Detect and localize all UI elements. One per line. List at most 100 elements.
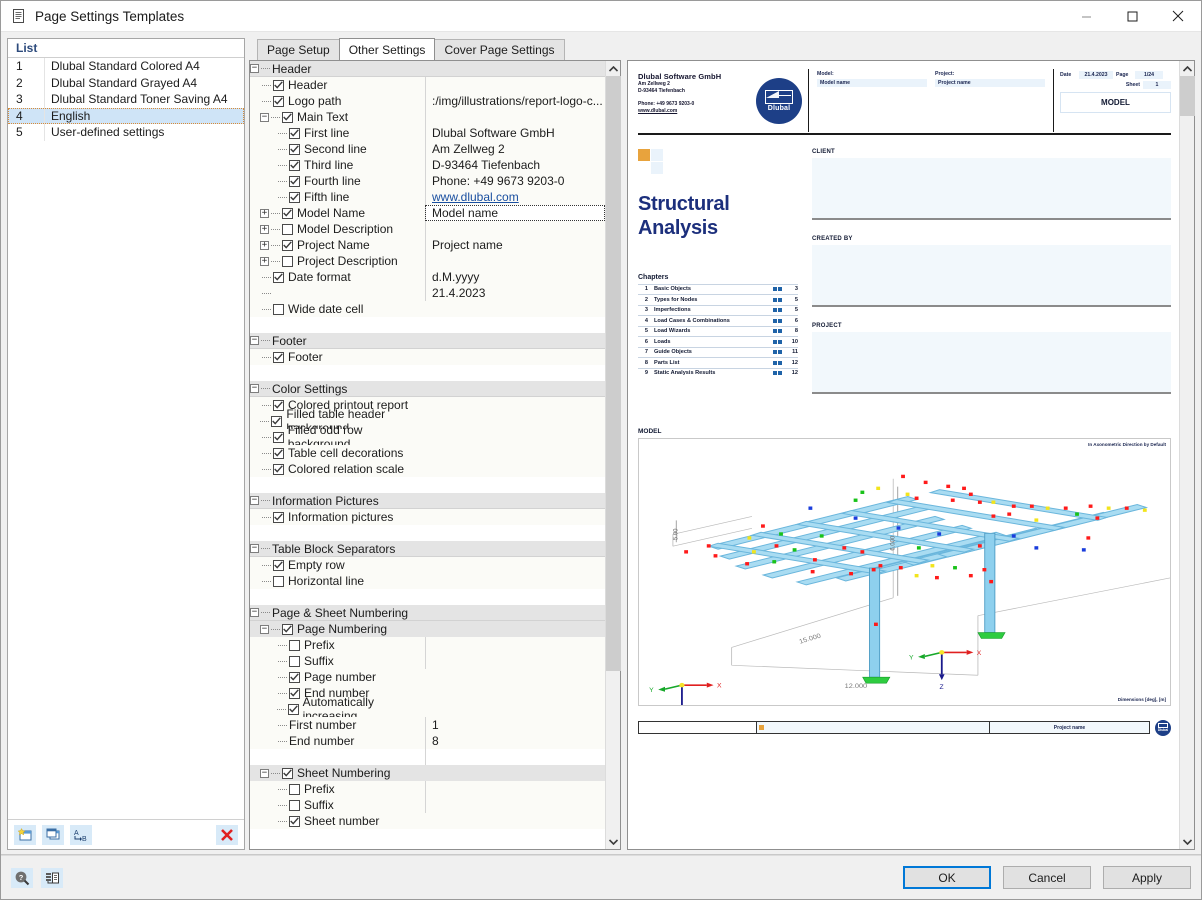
- checkbox-unchecked-icon[interactable]: [289, 800, 300, 811]
- tree-row-value[interactable]: 1: [425, 717, 605, 733]
- checkbox-checked-icon[interactable]: [289, 128, 300, 139]
- tree-row-value[interactable]: [425, 461, 605, 477]
- tree-row[interactable]: −Sheet Numbering: [250, 765, 605, 781]
- tree-row-value[interactable]: [425, 445, 605, 461]
- tree-group-header[interactable]: −Color Settings: [250, 381, 605, 397]
- checkbox-checked-icon[interactable]: [273, 272, 284, 283]
- expand-icon[interactable]: +: [260, 257, 269, 266]
- preview-viewport[interactable]: Dlubal Software GmbH Am Zellweg 2 D-9346…: [628, 61, 1179, 849]
- apply-button[interactable]: Apply: [1103, 866, 1191, 889]
- cancel-button[interactable]: Cancel: [1003, 866, 1091, 889]
- tree-row[interactable]: Empty row: [250, 557, 605, 573]
- tree-row[interactable]: Second lineAm Zellweg 2: [250, 141, 605, 157]
- tree-row-value[interactable]: [425, 765, 605, 781]
- tree-row[interactable]: Third lineD-93464 Tiefenbach: [250, 157, 605, 173]
- tree-row-value[interactable]: [425, 349, 605, 365]
- tree-row[interactable]: Page number: [250, 669, 605, 685]
- scroll-up-icon[interactable]: [606, 61, 620, 76]
- tree-row-value[interactable]: [425, 77, 605, 93]
- tree-row[interactable]: Suffix: [250, 653, 605, 669]
- export-icon[interactable]: [41, 868, 63, 888]
- collapse-icon[interactable]: −: [250, 496, 259, 505]
- tree-row-value[interactable]: [425, 749, 605, 765]
- tree-row-value[interactable]: [425, 781, 605, 797]
- tree-row[interactable]: Filled odd row background: [250, 429, 605, 445]
- tree-row-value[interactable]: [425, 797, 605, 813]
- tree-row-value[interactable]: [425, 413, 605, 429]
- tree-row-value[interactable]: [425, 621, 605, 637]
- checkbox-checked-icon[interactable]: [282, 768, 293, 779]
- expand-icon[interactable]: +: [260, 209, 269, 218]
- tree-row-value[interactable]: [425, 701, 605, 717]
- tree-group-header[interactable]: −Table Block Separators: [250, 541, 605, 557]
- tree-row[interactable]: Wide date cell: [250, 301, 605, 317]
- tree-row-value[interactable]: :/img/illustrations/report-logo-c...: [425, 93, 605, 109]
- collapse-icon[interactable]: −: [250, 544, 259, 553]
- maximize-button[interactable]: [1109, 1, 1155, 32]
- checkbox-checked-icon[interactable]: [282, 240, 293, 251]
- checkbox-checked-icon[interactable]: [289, 192, 300, 203]
- tree-row[interactable]: Logo path:/img/illustrations/report-logo…: [250, 93, 605, 109]
- tree-row[interactable]: First number1: [250, 717, 605, 733]
- settings-tree-scrollbar[interactable]: [605, 61, 620, 849]
- tree-row[interactable]: +Project Description: [250, 253, 605, 269]
- tree-row[interactable]: Header: [250, 77, 605, 93]
- expand-icon[interactable]: +: [260, 225, 269, 234]
- tree-row[interactable]: End number8: [250, 733, 605, 749]
- tree-row[interactable]: +Model NameModel name: [250, 205, 605, 221]
- tree-row[interactable]: −Main Text: [250, 109, 605, 125]
- tree-row-value[interactable]: 8: [425, 733, 605, 749]
- checkbox-unchecked-icon[interactable]: [289, 640, 300, 651]
- tree-row-value[interactable]: [425, 557, 605, 573]
- minimize-button[interactable]: [1063, 1, 1109, 32]
- tree-row-value[interactable]: [425, 653, 605, 669]
- checkbox-unchecked-icon[interactable]: [273, 576, 284, 587]
- tree-row-value[interactable]: d.M.yyyy: [425, 269, 605, 285]
- checkbox-checked-icon[interactable]: [273, 80, 284, 91]
- checkbox-checked-icon[interactable]: [273, 464, 284, 475]
- tree-row[interactable]: Date formatd.M.yyyy: [250, 269, 605, 285]
- tree-row[interactable]: Prefix: [250, 637, 605, 653]
- tree-row[interactable]: Footer: [250, 349, 605, 365]
- templates-list[interactable]: 1Dlubal Standard Colored A42Dlubal Stand…: [8, 58, 244, 819]
- tree-row-value[interactable]: [425, 813, 605, 829]
- tree-group-header[interactable]: −Page & Sheet Numbering: [250, 605, 605, 621]
- settings-tree[interactable]: −HeaderHeaderLogo path:/img/illustration…: [250, 61, 605, 849]
- ok-button[interactable]: OK: [903, 866, 991, 889]
- collapse-icon[interactable]: −: [250, 384, 259, 393]
- checkbox-checked-icon[interactable]: [282, 112, 293, 123]
- tree-row-value[interactable]: www.dlubal.com: [425, 189, 605, 205]
- checkbox-unchecked-icon[interactable]: [282, 224, 293, 235]
- collapse-icon[interactable]: −: [260, 769, 269, 778]
- checkbox-checked-icon[interactable]: [288, 704, 299, 715]
- tab-other-settings[interactable]: Other Settings: [339, 38, 436, 60]
- checkbox-unchecked-icon[interactable]: [282, 256, 293, 267]
- checkbox-checked-icon[interactable]: [282, 624, 293, 635]
- tree-row[interactable]: −Page Numbering: [250, 621, 605, 637]
- tree-row[interactable]: Fifth linewww.dlubal.com: [250, 189, 605, 205]
- tree-row[interactable]: +Model Description: [250, 221, 605, 237]
- list-item[interactable]: 5User-defined settings: [8, 124, 244, 141]
- tree-row[interactable]: Sheet number: [250, 813, 605, 829]
- tree-row[interactable]: Table cell decorations: [250, 445, 605, 461]
- checkbox-checked-icon[interactable]: [273, 96, 284, 107]
- preview-scrollbar[interactable]: [1179, 61, 1194, 849]
- tab-page-setup[interactable]: Page Setup: [257, 39, 340, 60]
- tree-row[interactable]: Prefix: [250, 781, 605, 797]
- tree-row-value[interactable]: Model name: [425, 205, 605, 221]
- tree-row[interactable]: 21.4.2023: [250, 285, 605, 301]
- checkbox-checked-icon[interactable]: [289, 672, 300, 683]
- checkbox-checked-icon[interactable]: [273, 432, 284, 443]
- tree-row[interactable]: +Project NameProject name: [250, 237, 605, 253]
- list-item[interactable]: 3Dlubal Standard Toner Saving A4: [8, 91, 244, 108]
- tree-row[interactable]: Colored relation scale: [250, 461, 605, 477]
- tree-group-header[interactable]: −Information Pictures: [250, 493, 605, 509]
- collapse-icon[interactable]: −: [260, 113, 269, 122]
- list-item[interactable]: 4English: [8, 108, 244, 125]
- tree-row[interactable]: Automatically increasing: [250, 701, 605, 717]
- checkbox-checked-icon[interactable]: [289, 160, 300, 171]
- expand-icon[interactable]: +: [260, 241, 269, 250]
- preview-scroll-down-icon[interactable]: [1180, 834, 1195, 849]
- tree-row-value[interactable]: Project name: [425, 237, 605, 253]
- scroll-thumb[interactable]: [606, 76, 621, 671]
